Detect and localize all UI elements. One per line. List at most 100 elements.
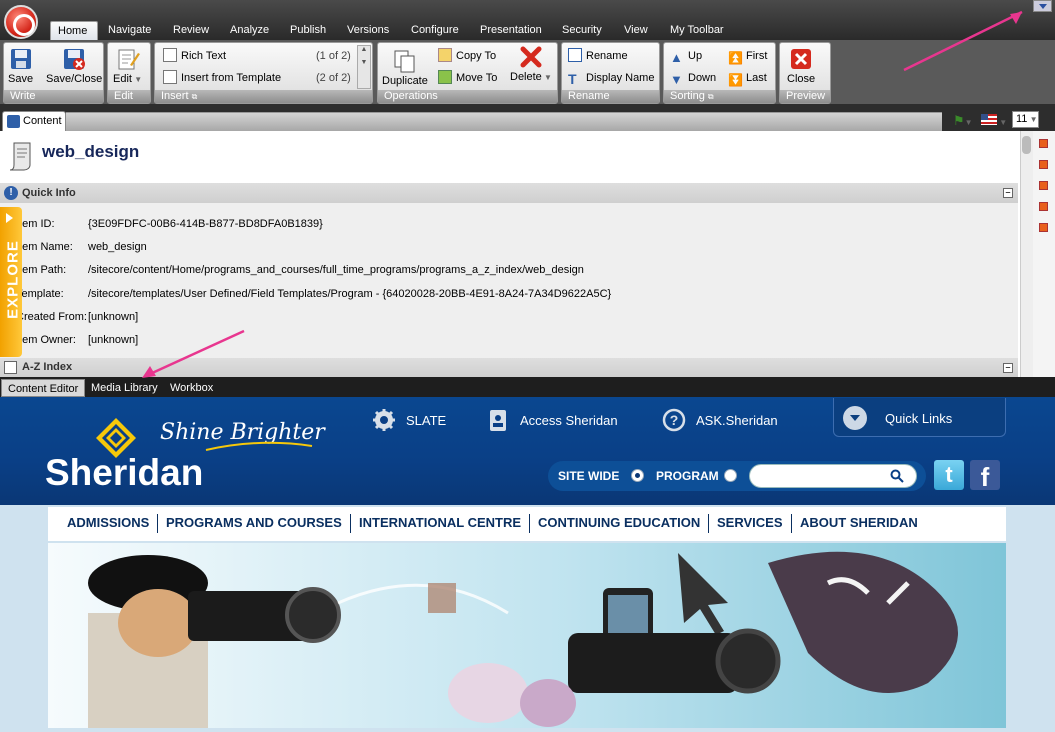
scroll-up-icon[interactable]: ▲ [358,46,370,53]
collapse-icon[interactable]: – [1003,188,1013,198]
qi-item-owner: [unknown] [88,334,139,346]
us-flag-icon [981,114,997,125]
last-label: Last [746,72,767,84]
save-close-button[interactable]: Save/Close [46,47,102,85]
qi-created-from: [unknown] [88,311,139,323]
rename-button[interactable]: Rename [568,48,628,64]
tab-content[interactable]: Content [2,111,66,131]
nav-services[interactable]: SERVICES [717,515,783,530]
tab-my-toolbar[interactable]: My Toolbar [663,21,731,40]
delete-button[interactable]: Delete ▼ [510,45,552,84]
insert-template-count: (2 of 2) [316,72,351,84]
site-wide-label: SITE WIDE [558,469,620,483]
quick-info-header[interactable]: ! Quick Info – [0,183,1018,203]
group-title: Rename [562,90,659,103]
annotation-arrow-top [903,10,1023,72]
qi-item-id: {3E09FDFC-00B6-414B-B877-BD8DFA0B1839} [88,218,323,230]
rich-text-count: (1 of 2) [316,50,351,62]
tab-versions[interactable]: Versions [340,21,396,40]
validation-marker[interactable] [1039,181,1048,190]
nav-admissions[interactable]: ADMISSIONS [67,515,149,530]
twitter-icon[interactable]: t [934,460,964,490]
quick-info-title: Quick Info [22,187,76,199]
insert-template-label: Insert from Template [181,72,282,84]
sort-first-button[interactable]: ⏫ First [728,48,767,65]
validation-marker[interactable] [1039,139,1048,148]
qi-item-name: web_design [88,241,147,253]
az-index-title: A-Z Index [22,361,73,373]
validation-marker[interactable] [1039,160,1048,169]
edit-button[interactable]: Edit ▼ [113,47,142,86]
collapse-icon[interactable]: – [1003,363,1013,373]
insert-scroll[interactable]: ▲ ▼ [357,45,371,89]
annotation-arrow-bottom [142,329,245,378]
hero-illustration [88,551,958,728]
tagline-swoosh [205,441,313,451]
tab-view[interactable]: View [617,21,655,40]
ask-sheridan-label: ASK.Sheridan [696,413,778,428]
tab-strip-fill [66,112,942,131]
arrow-down-icon: ▼ [670,72,683,87]
site-brand[interactable]: Sheridan [45,452,203,494]
insert-from-template-button[interactable]: Insert from Template [163,70,281,86]
tab-review[interactable]: Review [166,21,216,40]
qi-item-path: /sitecore/content/Home/programs_and_cour… [88,264,584,276]
slate-link[interactable]: SLATE [372,408,446,432]
group-edit: Edit ▼ Edit [107,42,151,104]
tab-presentation[interactable]: Presentation [473,21,549,40]
nav-international-centre[interactable]: INTERNATIONAL CENTRE [359,515,521,530]
group-title: Edit [108,90,150,103]
explore-tab[interactable]: EXPLORE [0,207,22,357]
program-radio[interactable] [724,469,737,482]
ask-sheridan-link[interactable]: ? ASK.Sheridan [662,408,778,432]
sitecore-start-button[interactable] [4,5,38,39]
sort-down-button[interactable]: ▼ Down [670,70,716,87]
sort-up-button[interactable]: ▲ Up [670,48,702,65]
nav-continuing-education[interactable]: CONTINUING EDUCATION [538,515,700,530]
tab-content-editor[interactable]: Content Editor [1,379,86,397]
gear-icon [373,409,395,431]
facebook-icon[interactable]: f [970,460,1000,492]
duplicate-button[interactable]: Duplicate [382,49,428,87]
close-icon [791,49,812,69]
tab-configure[interactable]: Configure [404,21,466,40]
double-up-icon: ⏫ [728,51,743,65]
copy-to-button[interactable]: Copy To [438,48,496,64]
tab-home[interactable]: Home [50,21,98,40]
qi-label: Template: [16,288,64,300]
sort-last-button[interactable]: ⏬ Last [728,70,767,87]
tab-analyze[interactable]: Analyze [223,21,276,40]
rename-icon [568,48,582,62]
group-title: Preview [780,90,830,103]
rich-text-button[interactable]: Rich Text [163,48,226,64]
tab-publish[interactable]: Publish [283,21,333,40]
save-button[interactable]: Save [8,47,33,85]
hero-banner-image[interactable] [48,543,1006,728]
rich-text-label: Rich Text [181,50,227,62]
validation-flag-button[interactable]: ⚑▼ [953,113,975,129]
save-close-icon [64,49,86,70]
display-name-button[interactable]: T Display Name [568,70,654,86]
validation-marker[interactable] [1039,202,1048,211]
tab-navigate[interactable]: Navigate [101,21,158,40]
document-icon [163,48,177,62]
nav-about-sheridan[interactable]: ABOUT SHERIDAN [800,515,918,530]
copy-icon [438,48,452,62]
scroll-down-icon[interactable]: ▼ [358,59,370,66]
access-sheridan-link[interactable]: Access Sheridan [486,408,618,432]
group-operations: Duplicate Copy To Move To Delete ▼ Opera… [377,42,558,104]
language-selector[interactable]: ▼ [981,114,1009,130]
chevron-down-icon [843,406,867,430]
validation-marker[interactable] [1039,223,1048,232]
site-wide-radio[interactable] [631,469,644,482]
search-icon[interactable] [890,469,904,483]
scrollbar-thumb[interactable] [1022,136,1031,154]
nav-separator [708,514,709,533]
close-button[interactable]: Close [787,47,815,85]
tab-security[interactable]: Security [555,21,609,40]
editor-scrollbar[interactable] [1020,131,1033,377]
nav-programs-courses[interactable]: PROGRAMS AND COURSES [166,515,342,530]
template-icon [163,70,177,84]
move-to-button[interactable]: Move To [438,70,497,86]
version-selector[interactable]: 11 ▼ [1012,111,1039,128]
